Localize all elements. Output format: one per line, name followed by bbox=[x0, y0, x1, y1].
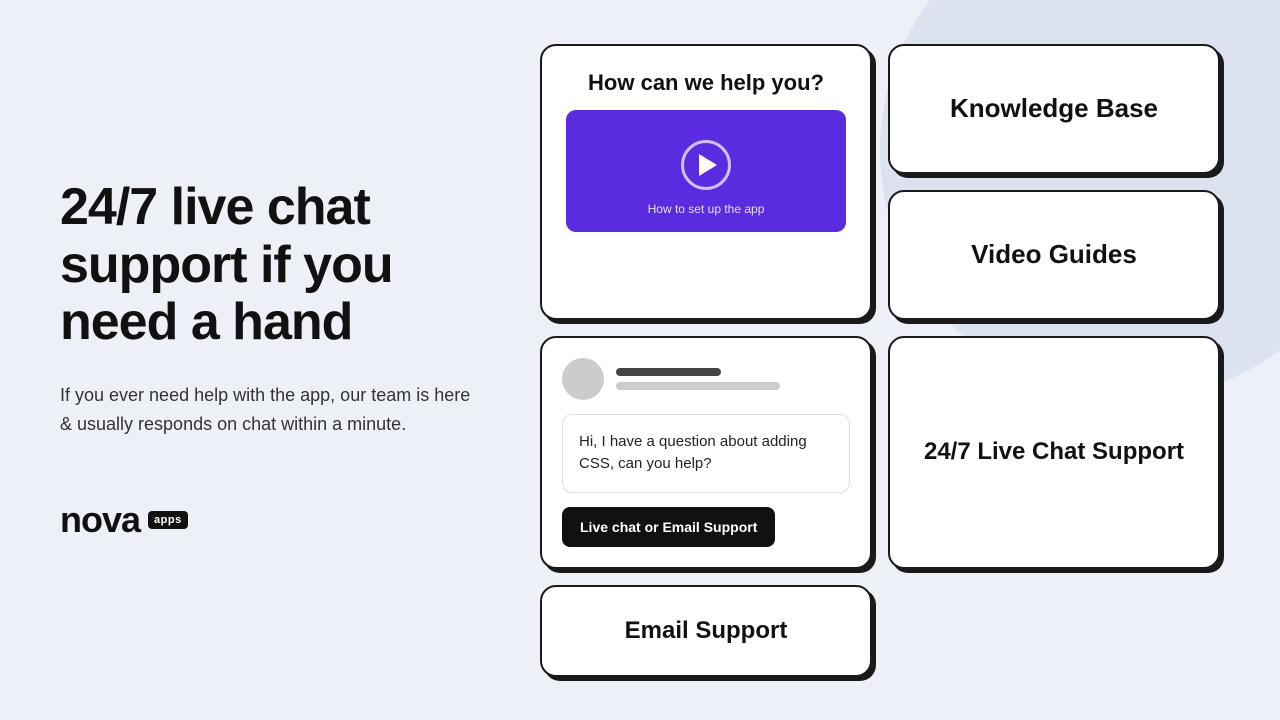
chat-status-line bbox=[616, 382, 780, 390]
help-widget-title: How can we help you? bbox=[566, 70, 846, 96]
chat-message-bubble: Hi, I have a question about adding CSS, … bbox=[562, 414, 850, 493]
subtext: If you ever need help with the app, our … bbox=[60, 381, 480, 439]
video-guides-card[interactable]: Video Guides bbox=[888, 190, 1220, 320]
logo-text: nova bbox=[60, 499, 140, 541]
help-widget-card[interactable]: How can we help you? How to set up the a… bbox=[540, 44, 872, 320]
chat-name-line bbox=[616, 368, 721, 376]
main-headline: 24/7 live chat support if you need a han… bbox=[60, 179, 500, 351]
video-guides-title: Video Guides bbox=[971, 239, 1137, 270]
avatar bbox=[562, 358, 604, 400]
logo-badge: apps bbox=[148, 511, 188, 529]
chat-header bbox=[562, 358, 850, 400]
video-caption: How to set up the app bbox=[648, 202, 765, 216]
left-column: 24/7 live chat support if you need a han… bbox=[60, 179, 540, 540]
chat-lines bbox=[616, 368, 850, 390]
video-thumbnail[interactable]: How to set up the app bbox=[566, 110, 846, 232]
live-chat-title: 24/7 Live Chat Support bbox=[924, 438, 1184, 466]
chat-card[interactable]: Hi, I have a question about adding CSS, … bbox=[540, 336, 872, 569]
play-button[interactable] bbox=[681, 140, 731, 190]
knowledge-base-card[interactable]: Knowledge Base bbox=[888, 44, 1220, 174]
email-support-card[interactable]: Email Support bbox=[540, 585, 872, 677]
live-chat-card[interactable]: 24/7 Live Chat Support bbox=[888, 336, 1220, 569]
logo: nova apps bbox=[60, 499, 500, 541]
right-grid: Knowledge Base How can we help you? How … bbox=[540, 44, 1220, 677]
email-support-title: Email Support bbox=[625, 617, 788, 645]
knowledge-base-title: Knowledge Base bbox=[950, 93, 1158, 124]
page-wrapper: 24/7 live chat support if you need a han… bbox=[0, 0, 1280, 720]
live-chat-email-button[interactable]: Live chat or Email Support bbox=[562, 507, 775, 547]
